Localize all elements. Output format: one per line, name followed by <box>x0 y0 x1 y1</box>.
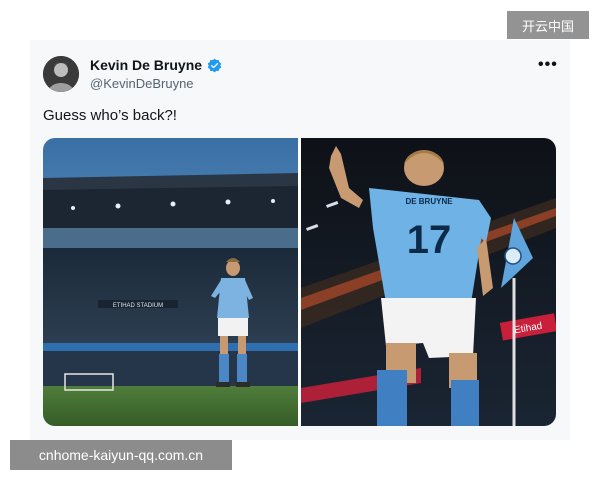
photo-stadium[interactable]: ETIHAD STADIUM <box>43 138 298 426</box>
name-row: Kevin De Bruyne <box>90 57 222 73</box>
tweet-text: Guess who’s back?! <box>43 107 177 124</box>
stadium-image: ETIHAD STADIUM <box>43 138 298 426</box>
display-name[interactable]: Kevin De Bruyne <box>90 57 202 73</box>
celebration-image: Etihad DE BRUYNE 17 <box>301 138 556 426</box>
avatar[interactable] <box>43 56 79 92</box>
verified-badge-icon <box>207 58 222 72</box>
shirt-name: DE BRUYNE <box>405 197 453 206</box>
stadium-banner: ETIHAD STADIUM <box>113 303 163 309</box>
shirt-number: 17 <box>407 218 452 262</box>
avatar-image <box>43 56 79 92</box>
media-grid: ETIHAD STADIUM Etihad DE BRUYNE 17 <box>43 138 556 426</box>
photo-celebration[interactable]: Etihad DE BRUYNE 17 <box>301 138 556 426</box>
user-handle[interactable]: @KevinDeBruyne <box>90 76 194 91</box>
more-icon[interactable]: ••• <box>538 56 558 74</box>
watermark-top: 开云中国 <box>507 11 589 39</box>
watermark-bottom: cnhome-kaiyun-qq.com.cn <box>10 440 232 470</box>
